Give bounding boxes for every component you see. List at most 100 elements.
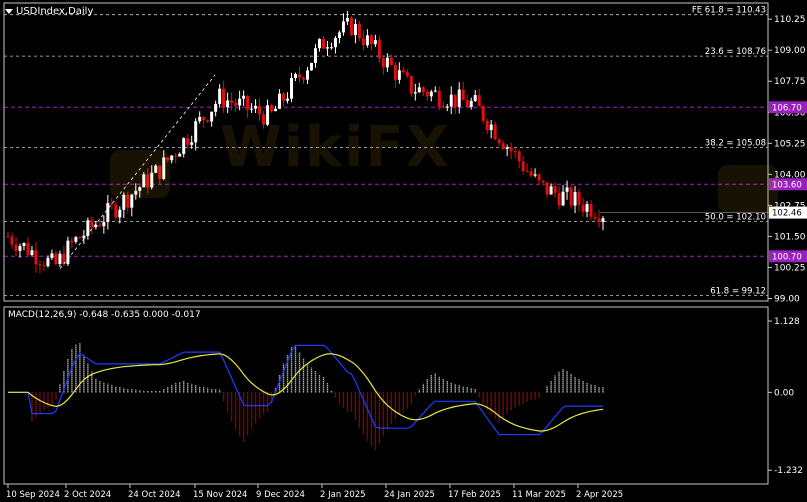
- candle-body: [278, 93, 282, 109]
- candle-body: [102, 222, 106, 227]
- candle-body: [294, 74, 298, 78]
- candle-body: [282, 93, 286, 101]
- candle-body: [266, 105, 270, 125]
- candle-body: [545, 182, 549, 195]
- candle-body: [210, 111, 214, 122]
- candle-body: [409, 75, 413, 94]
- candle-body: [401, 70, 405, 73]
- candle-body: [581, 204, 585, 212]
- symbol-dropdown-icon[interactable]: [5, 9, 13, 14]
- candle-body: [589, 204, 593, 217]
- candle-body: [453, 94, 457, 107]
- candle-body: [250, 108, 254, 110]
- candle-body: [573, 192, 577, 206]
- date-tick-label: 10 Sep 2024: [6, 490, 60, 500]
- date-tick-label: 2 Oct 2024: [64, 490, 111, 500]
- candle-body: [98, 224, 102, 227]
- candle-body: [325, 47, 329, 49]
- candle-body: [14, 244, 18, 251]
- candle-body: [178, 153, 182, 157]
- candle-body: [489, 124, 493, 131]
- candle-body: [425, 91, 429, 97]
- candle-body: [481, 106, 485, 121]
- price-tick-label: 110.25: [774, 15, 806, 25]
- date-tick-label: 24 Jan 2025: [384, 490, 435, 500]
- price-tick-label: 107.75: [774, 77, 806, 87]
- date-tick-label: 11 Mar 2025: [512, 490, 566, 500]
- candle-body: [385, 57, 389, 68]
- candle-body: [517, 151, 521, 162]
- candle-body: [405, 72, 409, 76]
- candle-body: [313, 48, 317, 63]
- candle-body: [349, 17, 353, 35]
- candle-body: [429, 91, 433, 97]
- macd-pane: [8, 343, 604, 451]
- candle-body: [521, 161, 525, 171]
- candle-body: [417, 87, 421, 93]
- candle-body: [118, 209, 122, 218]
- candle-body: [50, 253, 54, 258]
- signal-line: [8, 353, 604, 432]
- candle-body: [230, 100, 234, 103]
- candle-body: [254, 105, 258, 109]
- candle-body: [337, 32, 341, 38]
- candle-body: [369, 35, 373, 45]
- candle-body: [381, 58, 385, 68]
- price-tick-label: 100.25: [774, 263, 806, 273]
- date-tick-label: 9 Dec 2024: [256, 490, 305, 500]
- candle-body: [461, 89, 465, 101]
- candle-body: [6, 236, 10, 238]
- price-tick-label: 105.25: [774, 139, 806, 149]
- candle-body: [238, 98, 242, 106]
- candle-body: [357, 24, 361, 39]
- candle-body: [58, 253, 62, 264]
- candle-body: [38, 264, 42, 266]
- macd-pane-frame: [3, 306, 769, 485]
- candle-body: [393, 65, 397, 80]
- candle-body: [585, 204, 589, 212]
- candle-body: [258, 105, 262, 115]
- candle-body: [190, 142, 194, 145]
- level-price-label: 106.70: [772, 103, 802, 113]
- candle-body: [82, 235, 86, 239]
- candle-body: [549, 186, 553, 195]
- candle-body: [569, 187, 573, 206]
- candle-body: [413, 92, 417, 94]
- candle-body: [218, 88, 222, 104]
- candle-body: [214, 103, 218, 112]
- candle-body: [321, 39, 325, 49]
- macd-indicator-label: MACD(12,26,9) -0.648 -0.635 0.000 -0.017: [8, 310, 201, 320]
- candle-body: [194, 121, 198, 143]
- candle-body: [501, 143, 505, 149]
- date-tick-label: 24 Oct 2024: [128, 490, 181, 500]
- candle-body: [226, 100, 230, 108]
- candle-body: [305, 70, 309, 80]
- candle-body: [469, 100, 473, 107]
- candle-body: [533, 174, 537, 176]
- fib-level-label: 50.0 = 102.10: [705, 213, 766, 223]
- candle-body: [345, 17, 349, 22]
- price-chart[interactable]: FE 61.8 = 110.43 23.6 = 108.76 38.2 = 105.…: [0, 0, 807, 502]
- candle-body: [421, 87, 425, 92]
- macd-tick-label: -1.232: [774, 466, 803, 476]
- candle-body: [449, 94, 453, 107]
- candle-body: [309, 62, 313, 71]
- candle-body: [593, 216, 597, 219]
- candle-body: [333, 37, 337, 48]
- fib-level-label: FE 61.8 = 110.43: [692, 6, 766, 16]
- candle-body: [445, 106, 449, 108]
- candle-body: [465, 100, 469, 107]
- candle-body: [505, 147, 509, 149]
- candle-body: [497, 139, 501, 144]
- candle-body: [290, 77, 294, 99]
- candle-body: [78, 237, 82, 239]
- axes: 110.25109.00107.75106.50105.25104.00102.…: [3, 2, 807, 500]
- candle-body: [525, 170, 529, 172]
- candle-body: [397, 70, 401, 80]
- candle-body: [377, 40, 381, 59]
- candle-body: [317, 39, 321, 49]
- chart-symbol-title: USDIndex,Daily: [16, 6, 94, 17]
- candle-body: [457, 89, 461, 107]
- candle-body: [246, 95, 250, 110]
- price-tick-label: 99.00: [774, 295, 800, 305]
